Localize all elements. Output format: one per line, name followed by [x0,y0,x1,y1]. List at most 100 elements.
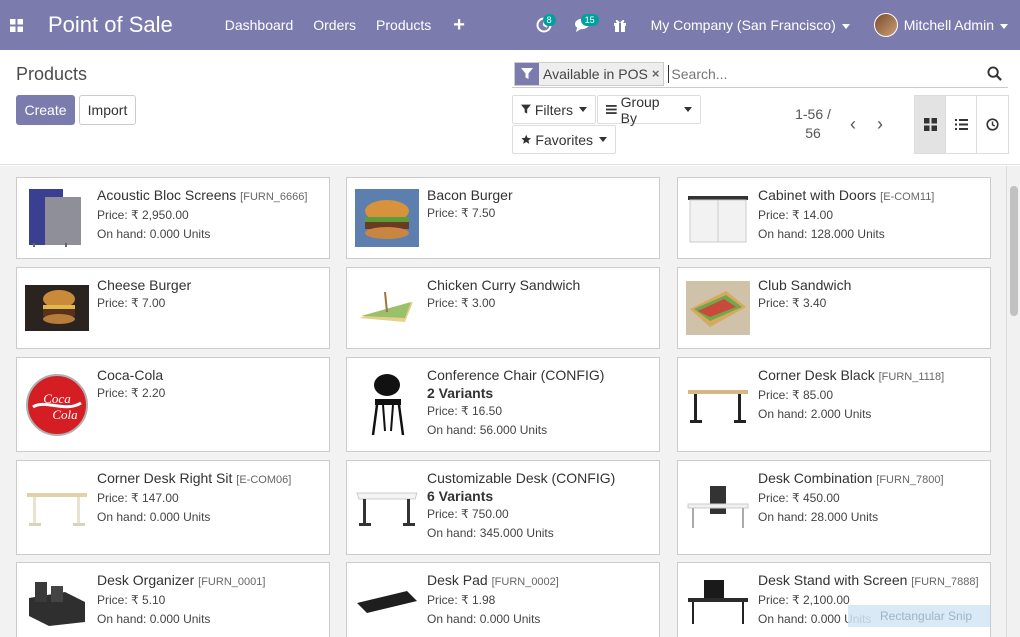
avatar[interactable] [873,13,898,37]
control-panel: Products Create Import Available in POS … [0,50,1020,165]
filters-label: Filters [534,101,573,118]
import-button[interactable]: Import [79,95,136,125]
menu-dashboard[interactable]: Dashboard [225,17,294,33]
product-card[interactable]: Conference Chair (CONFIG) 2 Variants Pric… [346,357,660,452]
product-info: Corner Desk Right Sit [E-COM06] Price: ₹ … [97,470,323,527]
product-image [355,467,419,548]
list-view-icon[interactable] [946,96,977,153]
product-image [25,274,89,342]
product-info: Bacon Burger Price: ₹ 7.50 [427,187,653,223]
search-bar: Available in POS × [512,60,1008,88]
groupby-label: Group By [620,93,660,126]
groupby-dropdown[interactable]: Group By [597,93,701,126]
product-reference: [FURN_6666] [240,191,308,203]
kanban-view: Acoustic Bloc Screens [FURN_6666] Price: … [0,166,1006,637]
product-card[interactable]: Corner Desk Black [FURN_1118] Price: ₹ 85… [677,357,991,452]
filters-dropdown[interactable]: Filters [512,95,596,124]
product-price: Price: ₹ 750.00 [427,507,509,521]
apps-menu-icon[interactable] [0,0,32,50]
add-shortcut-icon[interactable]: + [453,14,465,37]
product-info: Desk Pad [FURN_0002] Price: ₹ 1.98 On hand… [427,572,653,629]
product-card[interactable]: Desk Organizer [FURN_0001] Price: ₹ 5.10 O… [16,562,330,637]
pager-previous-icon[interactable]: ‹ [850,114,856,135]
scrollbar[interactable] [1006,166,1020,637]
company-switcher[interactable]: My Company (San Francisco) [651,17,850,33]
product-price: Price: ₹ 7.50 [427,206,496,220]
product-card[interactable]: Cheese Burger Price: ₹ 7.00 [16,267,330,349]
product-info: Conference Chair (CONFIG) 2 Variants Pric… [427,367,653,440]
product-image [686,274,750,342]
activity-badge: 8 [542,14,556,26]
product-name: Desk Pad [FURN_0002] [427,572,559,588]
top-navbar: Point of Sale Dashboard Orders Products … [0,0,1020,50]
menu-products[interactable]: Products [376,17,431,33]
menu-orders[interactable]: Orders [313,17,356,33]
chevron-down-icon [684,107,692,112]
view-switcher [914,95,1009,154]
product-info: Customizable Desk (CONFIG) 6 Variants Pri… [427,470,653,543]
product-name: Desk Organizer [FURN_0001] [97,572,266,588]
search-input[interactable] [668,64,980,83]
gift-icon[interactable] [607,12,633,38]
product-card[interactable]: Cabinet with Doors [E-COM11] Price: ₹ 14.… [677,177,991,259]
product-price: Price: ₹ 2.20 [97,386,166,400]
product-price: Price: ₹ 147.00 [97,491,179,505]
messages-chat-icon[interactable]: 15 [569,12,599,38]
product-card[interactable]: Club Sandwich Price: ₹ 3.40 [677,267,991,349]
pager-next-icon[interactable]: › [877,114,883,135]
product-card[interactable]: Desk Combination [FURN_7800] Price: ₹ 450… [677,460,991,555]
product-price: Price: ₹ 7.00 [97,296,166,310]
user-menu[interactable]: Mitchell Admin [904,17,1008,33]
product-variants: 2 Variants [427,385,494,401]
activity-view-icon[interactable] [977,96,1008,153]
product-name: Cabinet with Doors [E-COM11] [758,187,935,203]
product-variants: 6 Variants [427,488,494,504]
favorites-dropdown[interactable]: Favorites [512,125,616,154]
kanban-view-icon[interactable] [915,96,946,153]
product-price: Price: ₹ 16.50 [427,404,503,418]
product-name: Acoustic Bloc Screens [FURN_6666] [97,187,308,203]
product-card[interactable]: Customizable Desk (CONFIG) 6 Variants Pri… [346,460,660,555]
systray: 8 15 My Company (San Francisco) Mitchell… [531,0,1020,50]
product-name: Customizable Desk (CONFIG) [427,470,616,486]
company-name: My Company (San Francisco) [650,17,836,33]
pager-total: 56 [805,125,821,141]
snip-tooltip: Rectangular Snip [848,605,990,627]
chevron-down-icon [841,23,850,29]
product-card[interactable]: Bacon Burger Price: ₹ 7.50 [346,177,660,259]
product-image [25,467,89,548]
product-price: Price: ₹ 5.10 [97,593,166,607]
chevron-down-icon [1000,23,1008,29]
user-name: Mitchell Admin [903,17,994,33]
favorites-label: Favorites [535,131,593,148]
product-price: Price: ₹ 3.00 [427,296,496,310]
product-image [686,364,750,445]
messages-badge: 15 [580,14,599,26]
product-reference: [E-COM11] [880,191,935,203]
activity-clock-icon[interactable]: 8 [531,12,557,38]
app-title[interactable]: Point of Sale [48,12,173,38]
product-card[interactable]: Acoustic Bloc Screens [FURN_6666] Price: … [16,177,330,259]
product-on-hand: On hand: 0.000 Units [427,612,541,626]
product-name: Desk Stand with Screen [FURN_7888] [758,572,979,588]
facet-remove-icon[interactable]: × [652,66,664,81]
product-on-hand: On hand: 2.000 Units [758,407,872,421]
product-name: Corner Desk Right Sit [E-COM06] [97,470,292,486]
create-button[interactable]: Create [16,95,75,125]
product-card[interactable]: Corner Desk Right Sit [E-COM06] Price: ₹ … [16,460,330,555]
product-reference: [FURN_0002] [491,576,559,588]
search-icon[interactable] [980,66,1008,81]
product-price: Price: ₹ 1.98 [427,593,496,607]
product-card[interactable]: Desk Pad [FURN_0002] Price: ₹ 1.98 On hand… [346,562,660,637]
product-image [686,184,750,252]
product-name: Bacon Burger [427,187,513,203]
product-image [355,364,419,445]
product-card[interactable]: Coca Cola Coca-Cola Price: ₹ 2.20 [16,357,330,452]
product-reference: [FURN_0001] [198,576,266,588]
chevron-down-icon [599,137,607,142]
product-info: Coca-Cola Price: ₹ 2.20 [97,367,323,403]
scroll-thumb[interactable] [1010,186,1018,316]
product-card[interactable]: Chicken Curry Sandwich Price: ₹ 3.00 [346,267,660,349]
pager-value[interactable]: 1-56 / 56 [795,105,831,143]
product-on-hand: On hand: 0.000 Units [97,227,211,241]
